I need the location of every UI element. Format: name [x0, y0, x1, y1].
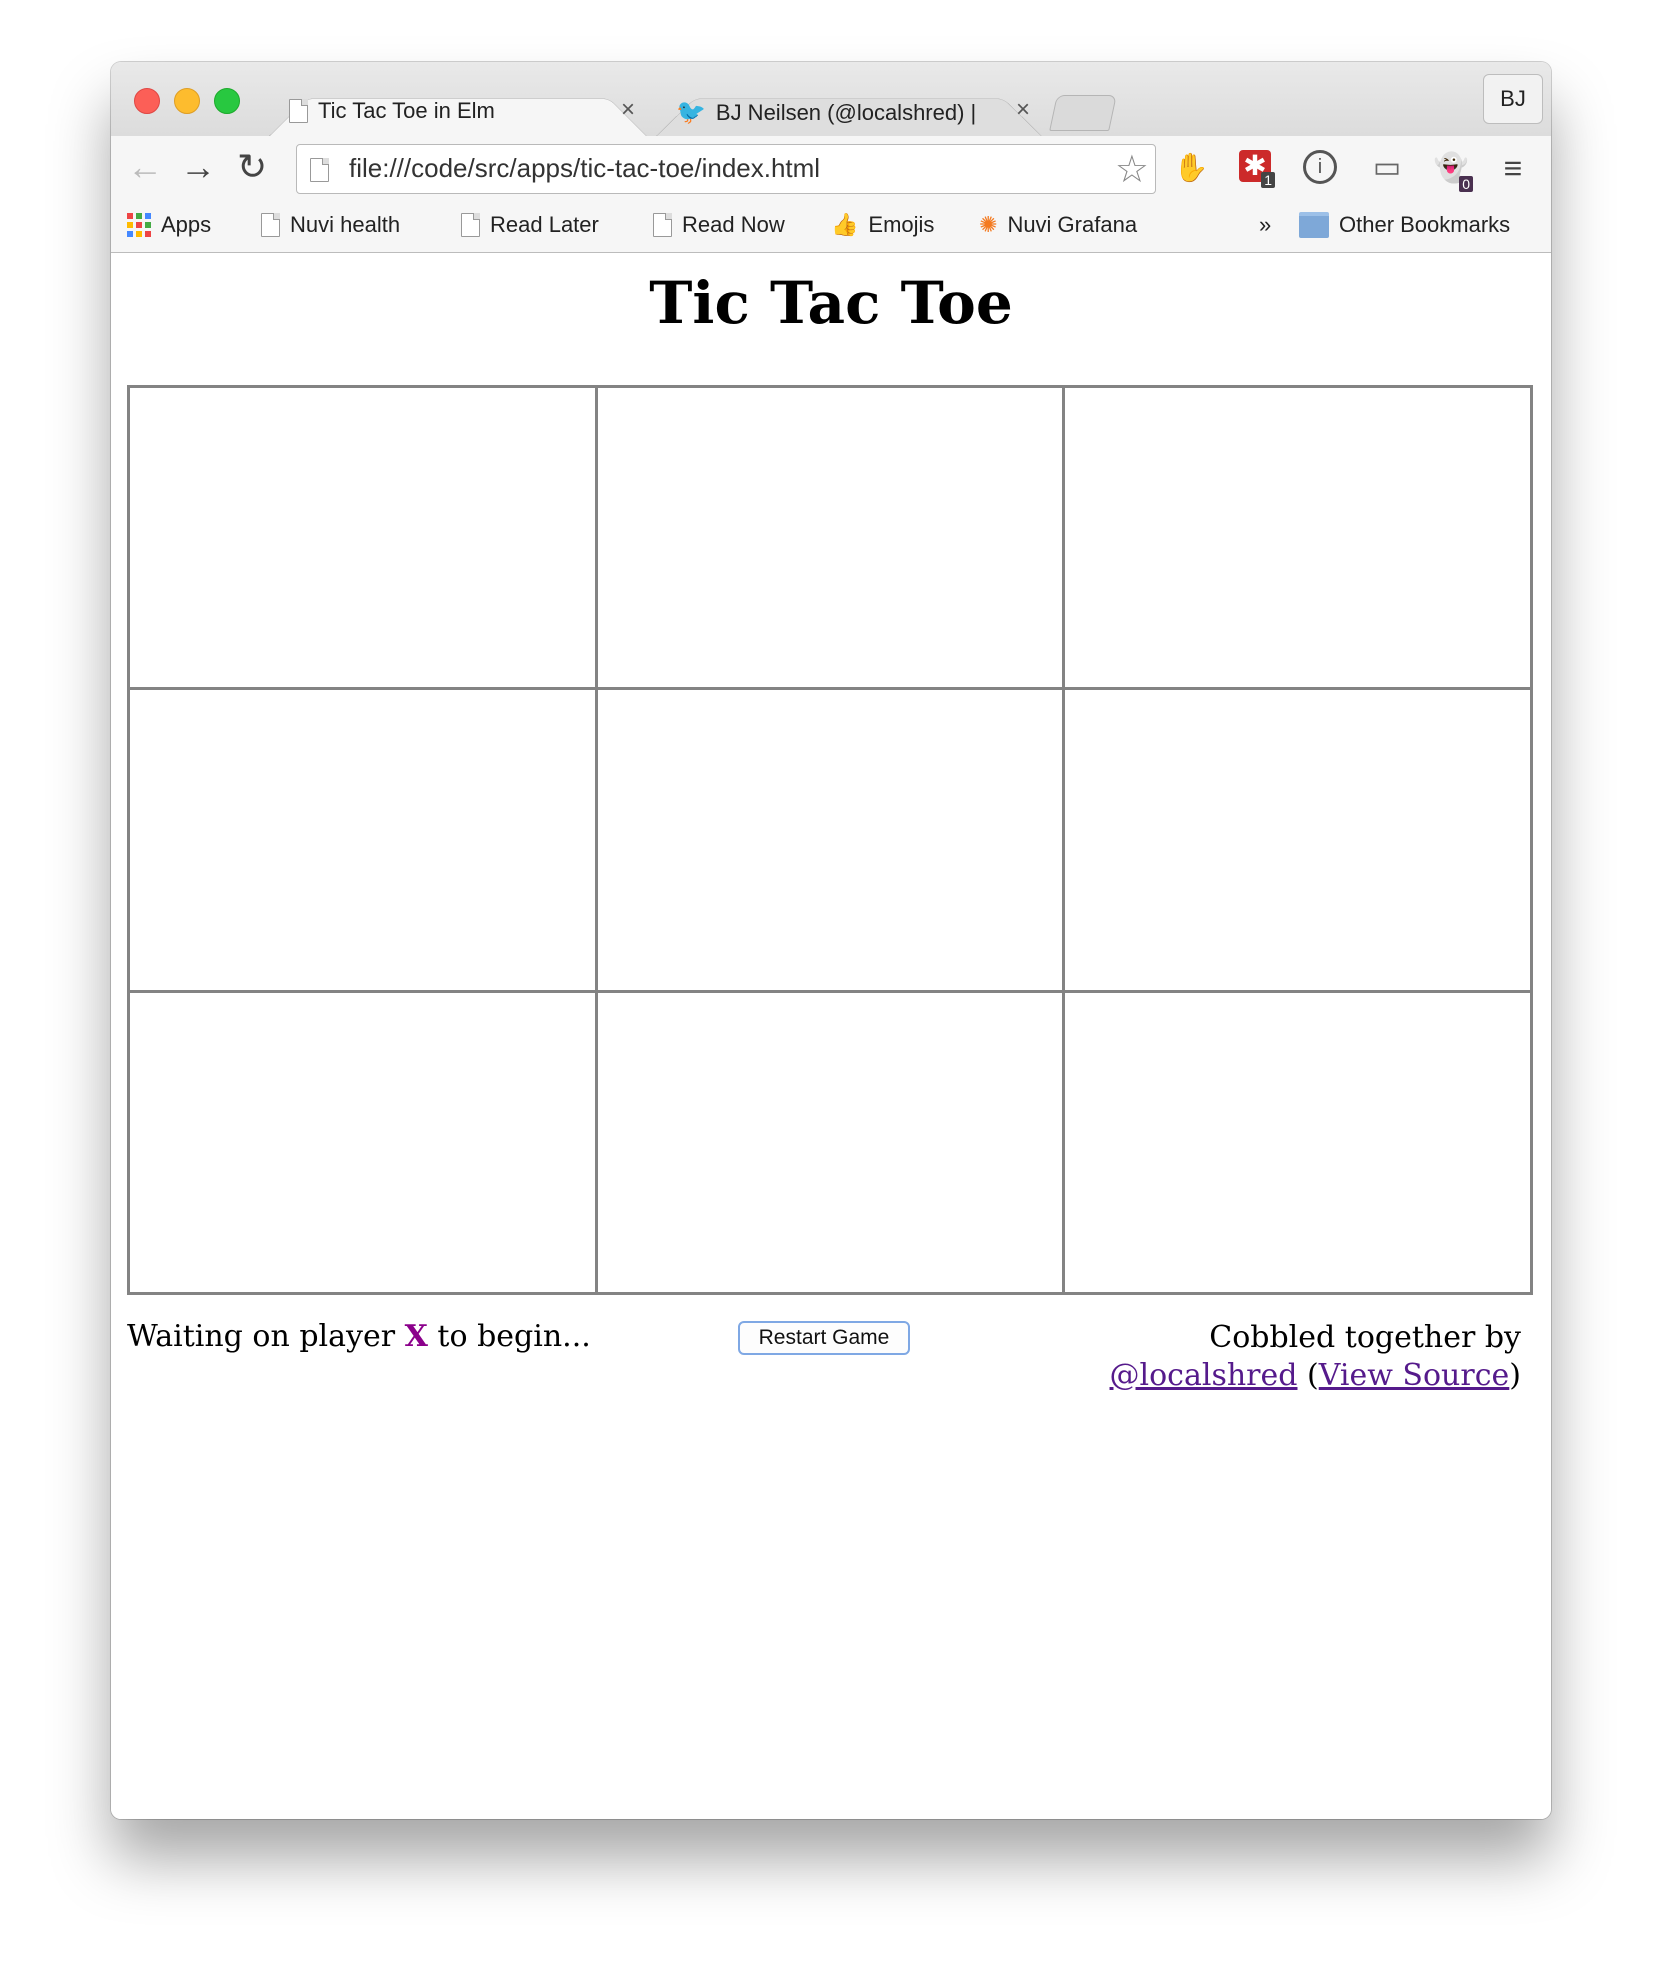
bookmark-label: Nuvi Grafana	[1007, 212, 1138, 237]
title-bar: Tic Tac Toe in Elm × 🐦 BJ Neilsen (@loca…	[111, 62, 1551, 136]
bookmark-star-icon[interactable]: ☆	[1115, 147, 1149, 192]
tab-title: Tic Tac Toe in Elm	[318, 98, 495, 123]
zoom-window-button[interactable]	[214, 88, 240, 114]
author-link[interactable]: @localshred	[1110, 1358, 1298, 1393]
board-cell[interactable]	[1062, 687, 1533, 993]
bookmark-label: Emojis	[868, 212, 935, 237]
document-icon	[289, 99, 308, 123]
bookmark-nuvi-health[interactable]: Nuvi health	[261, 212, 400, 238]
tab-tic-tac-toe[interactable]: Tic Tac Toe in Elm ×	[269, 88, 647, 136]
document-icon	[653, 213, 672, 237]
bookmark-emojis[interactable]: 👍 Emojis	[831, 212, 934, 238]
status-suffix: to begin...	[427, 1319, 591, 1354]
minimize-window-button[interactable]	[174, 88, 200, 114]
lastpass-icon[interactable]: ✱ 1	[1239, 150, 1275, 188]
bookmark-label: Apps	[161, 212, 212, 237]
url-text: file:///code/src/apps/tic-tac-toe/index.…	[349, 153, 821, 183]
status-prefix: Waiting on player	[127, 1319, 405, 1354]
board-cell[interactable]	[594, 989, 1066, 1296]
bookmarks-bar: Apps Nuvi health Read Later Read Now 👍 E…	[111, 200, 1551, 253]
current-player: X	[404, 1319, 428, 1354]
close-window-button[interactable]	[134, 88, 160, 114]
board-cell[interactable]	[127, 989, 598, 1296]
document-icon	[310, 158, 329, 182]
board-cell[interactable]	[127, 384, 598, 691]
bookmark-read-later[interactable]: Read Later	[461, 212, 599, 238]
menu-hamburger-icon[interactable]: ≡	[1495, 150, 1531, 186]
bookmark-label: Read Now	[682, 212, 785, 237]
bookmark-label: Read Later	[490, 212, 599, 237]
new-tab-button[interactable]	[1049, 95, 1117, 131]
apps-grid-icon	[127, 213, 151, 237]
grafana-icon: ✺	[979, 212, 998, 237]
view-source-link[interactable]: View Source	[1319, 1358, 1510, 1393]
cast-icon[interactable]: ▭	[1369, 150, 1405, 186]
page-content: Tic Tac Toe Waiting on player X to begin…	[111, 253, 1551, 1819]
restart-game-button[interactable]: Restart Game	[738, 1321, 910, 1355]
adblock-hand-icon[interactable]: ✋	[1173, 150, 1209, 186]
back-arrow-icon[interactable]: ←	[127, 146, 163, 188]
page-title: Tic Tac Toe	[649, 269, 1013, 337]
bookmark-other-bookmarks[interactable]: Other Bookmarks	[1299, 212, 1510, 238]
credit: Cobbled together by @localshred (View So…	[1110, 1319, 1521, 1395]
forward-arrow-icon[interactable]: →	[180, 146, 216, 188]
bookmark-read-now[interactable]: Read Now	[653, 212, 785, 238]
bookmark-apps[interactable]: Apps	[127, 212, 211, 238]
bookmarks-overflow-chevron-icon[interactable]: »	[1259, 212, 1271, 238]
tab-twitter[interactable]: 🐦 BJ Neilsen (@localshred) | ×	[656, 88, 1042, 136]
bookmark-label: Other Bookmarks	[1339, 212, 1511, 237]
address-bar[interactable]: file:///code/src/apps/tic-tac-toe/index.…	[296, 144, 1156, 194]
document-icon	[461, 213, 480, 237]
close-tab-icon[interactable]: ×	[1016, 96, 1030, 124]
onepassword-icon[interactable]: i	[1303, 150, 1337, 184]
tab-title: BJ Neilsen (@localshred) |	[715, 99, 977, 125]
folder-icon	[1299, 212, 1329, 238]
browser-window: Tic Tac Toe in Elm × 🐦 BJ Neilsen (@loca…	[111, 62, 1551, 1819]
thumbs-up-icon: 👍	[831, 212, 859, 237]
document-icon	[261, 213, 280, 237]
credit-line: Cobbled together by	[1209, 1320, 1521, 1355]
credit-open-paren: (	[1297, 1358, 1319, 1393]
close-tab-icon[interactable]: ×	[621, 96, 635, 124]
board-cell[interactable]	[127, 687, 598, 993]
ghostery-icon[interactable]: 👻 0	[1433, 150, 1473, 192]
credit-close-paren: )	[1509, 1358, 1521, 1393]
bookmark-label: Nuvi health	[290, 212, 401, 237]
reload-icon[interactable]: ↻	[237, 146, 267, 188]
board-cell[interactable]	[594, 384, 1066, 691]
board-cell[interactable]	[1062, 989, 1533, 1296]
board-cell[interactable]	[594, 687, 1066, 993]
game-status: Waiting on player X to begin...	[127, 1319, 591, 1354]
twitter-bird-icon: 🐦	[676, 99, 706, 126]
lastpass-badge: 1	[1261, 172, 1275, 188]
profile-button[interactable]: BJ	[1483, 74, 1543, 124]
browser-toolbar: ← → ↻ file:///code/src/apps/tic-tac-toe/…	[111, 136, 1551, 200]
bookmark-nuvi-grafana[interactable]: ✺ Nuvi Grafana	[979, 212, 1137, 238]
board-cell[interactable]	[1062, 384, 1533, 691]
ghostery-badge: 0	[1459, 176, 1473, 192]
game-board	[127, 384, 1533, 1296]
